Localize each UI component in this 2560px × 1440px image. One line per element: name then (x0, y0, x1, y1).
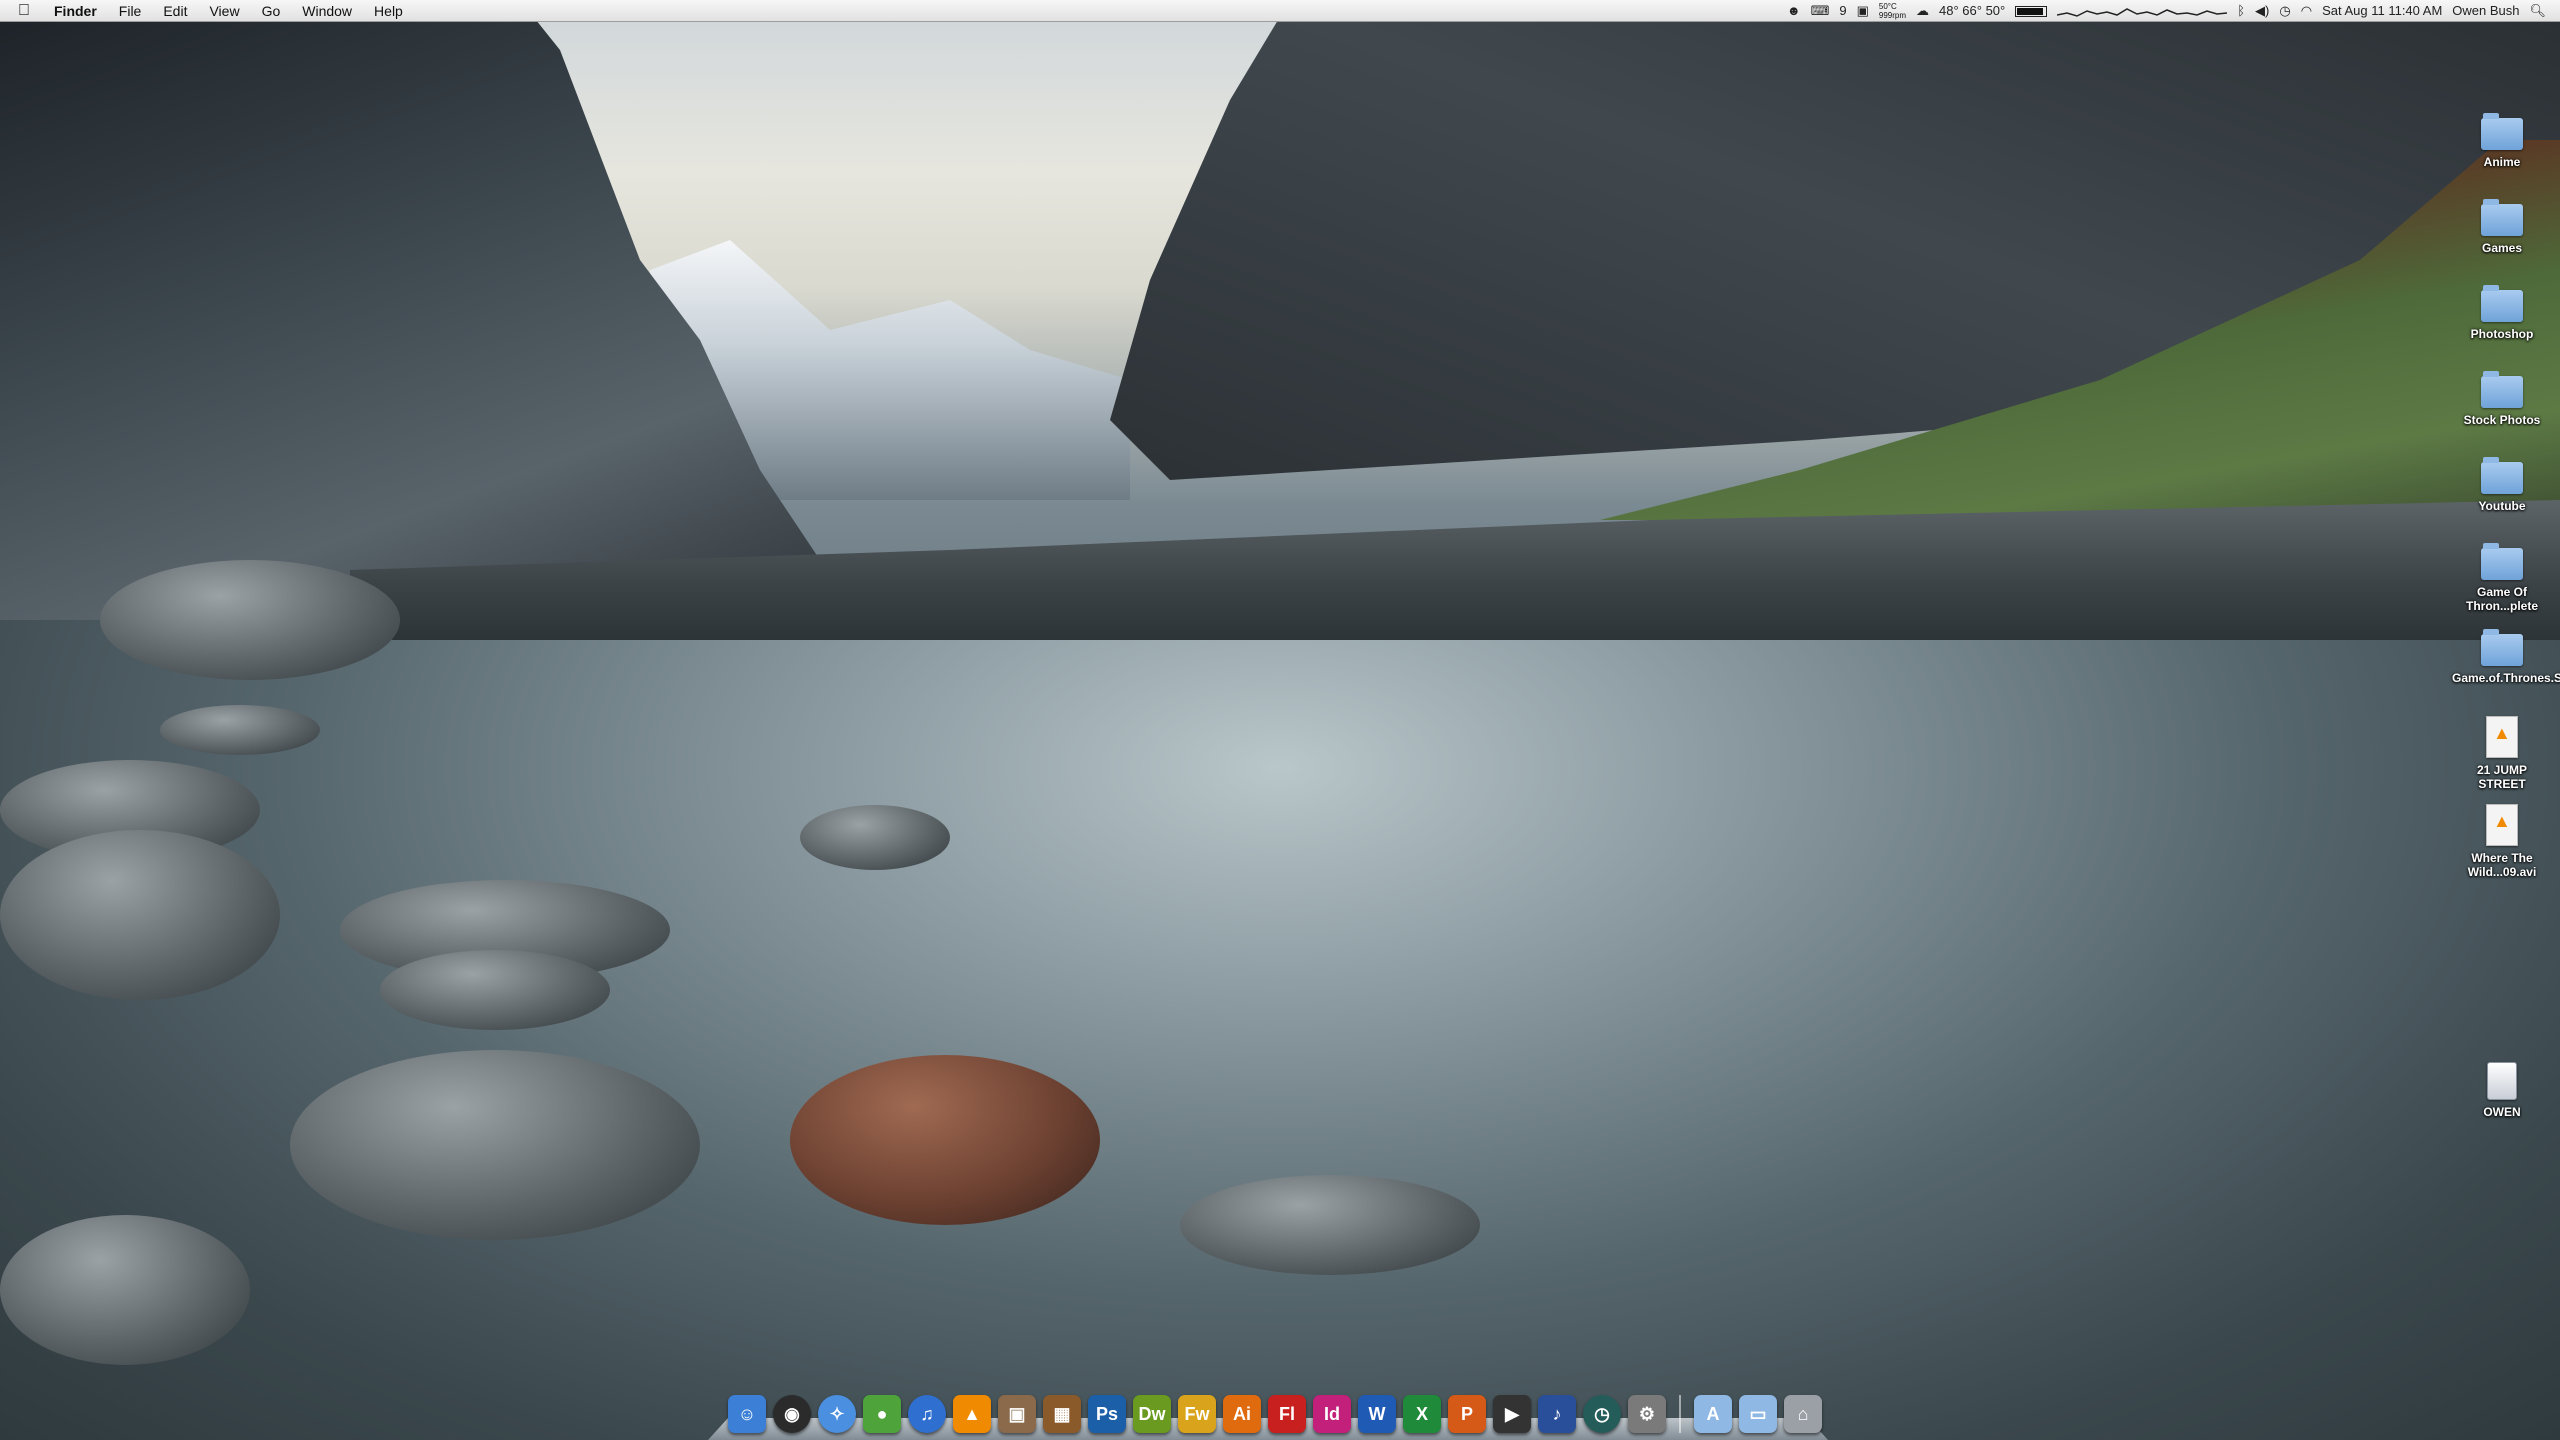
desktop-folder-youtube[interactable]: Youtube (2452, 457, 2552, 513)
dock-trash-icon[interactable]: ⌂ (1784, 1395, 1822, 1433)
dock-safari-icon[interactable]: ✧ (818, 1395, 856, 1433)
folder-icon (2481, 199, 2523, 236)
desktop-folder-anime[interactable]: Anime (2452, 113, 2552, 169)
dock: ☺ ◉ ✧ ● ♫ ▲ ▣ ▦ Ps Dw Fw Ai Fl Id W X P ▶ ♪ ◷ ⚙ A ▭ ⌂ (708, 1383, 1828, 1440)
menu-help[interactable]: Help (363, 0, 414, 22)
desktop-icon-label: Youtube (2478, 499, 2526, 513)
wallpaper-rock (380, 950, 610, 1030)
activity-graph-icon[interactable] (2057, 3, 2228, 19)
dock-illustrator-icon[interactable]: Ai (1223, 1395, 1261, 1433)
wallpaper-rock (0, 1215, 250, 1365)
dock-items: ☺ ◉ ✧ ● ♫ ▲ ▣ ▦ Ps Dw Fw Ai Fl Id W X P ▶ ♪ ◷ ⚙ A ▭ ⌂ (728, 1383, 1822, 1433)
hard-drive-icon (2487, 1062, 2517, 1100)
wallpaper-red-rock (790, 1055, 1100, 1225)
menu-view[interactable]: View (198, 0, 250, 22)
menu-finder[interactable]: Finder (48, 0, 108, 22)
clock-datetime[interactable]: Sat Aug 11 11:40 AM (2322, 0, 2442, 22)
desktop-file-where-the-wild[interactable]: Where The Wild...09.avi (2452, 804, 2552, 879)
desktop-wallpaper (0, 0, 2560, 1440)
menu-go[interactable]: Go (251, 0, 292, 22)
wifi-icon[interactable]: ◠ (2301, 0, 2312, 22)
folder-icon (2481, 457, 2523, 494)
dock-itunes-icon[interactable]: ♫ (908, 1395, 946, 1433)
desktop-folder-game-of-thrones-complete[interactable]: Game Of Thron...plete (2452, 543, 2552, 613)
menu-bar:  Finder File Edit View Go Window Help ☻… (0, 0, 2560, 22)
dock-adium-icon[interactable]: ● (863, 1395, 901, 1433)
dock-garageband-icon[interactable]: ♪ (1538, 1395, 1576, 1433)
desktop-file-21-jump-street[interactable]: 21 JUMP STREET (2452, 716, 2552, 791)
folder-icon (2481, 629, 2523, 666)
fan-readout[interactable]: 50°C 999rpm (1879, 2, 1906, 20)
desktop-folder-game-of-thrones-s02[interactable]: Game.of.Thrones.S02 (2452, 629, 2560, 685)
dock-separator (1679, 1395, 1681, 1433)
dock-dashboard-icon[interactable]: ◉ (773, 1395, 811, 1433)
dock-vlc-icon[interactable]: ▲ (953, 1395, 991, 1433)
dock-powerpoint-icon[interactable]: P (1448, 1395, 1486, 1433)
weather-icon[interactable]: ☁ (1916, 0, 1929, 22)
dock-preview-icon[interactable]: ▣ (998, 1395, 1036, 1433)
desktop-icon-label: Anime (2483, 155, 2521, 169)
dock-finder-icon[interactable]: ☺ (728, 1395, 766, 1433)
wallpaper-rock (160, 705, 320, 755)
keyboard-count: 9 (1839, 3, 1847, 18)
dock-iphoto-icon[interactable]: ▦ (1043, 1395, 1081, 1433)
adium-status-icon[interactable]: ☻ (1787, 0, 1801, 22)
wallpaper-rock (290, 1050, 700, 1240)
folder-icon (2481, 113, 2523, 150)
dock-final-cut-icon[interactable]: ▶ (1493, 1395, 1531, 1433)
user-name[interactable]: Owen Bush (2452, 0, 2519, 22)
desktop-drive-owen[interactable]: OWEN (2452, 1062, 2552, 1119)
dock-indesign-icon[interactable]: Id (1313, 1395, 1351, 1433)
vlc-file-icon (2486, 716, 2518, 758)
volume-icon[interactable]: ◀) (2255, 0, 2269, 22)
menu-file[interactable]: File (108, 0, 153, 22)
folder-icon (2481, 543, 2523, 580)
bluetooth-icon[interactable]: ᛒ (2237, 0, 2245, 22)
dock-fireworks-icon[interactable]: Fw (1178, 1395, 1216, 1433)
status-area: ☻ ⌨ 9 ▣ 50°C 999rpm ☁ 48° 66° 50° ᛒ ◀) ◷… (1787, 0, 2546, 22)
dock-flash-icon[interactable]: Fl (1268, 1395, 1306, 1433)
dock-dreamweaver-icon[interactable]: Dw (1133, 1395, 1171, 1433)
dock-word-icon[interactable]: W (1358, 1395, 1396, 1433)
vlc-file-icon (2486, 804, 2518, 846)
dock-excel-icon[interactable]: X (1403, 1395, 1441, 1433)
dock-documents-stack-icon[interactable]: ▭ (1739, 1395, 1777, 1433)
fan-temp: 50°C (1878, 2, 1897, 11)
folder-icon (2481, 285, 2523, 322)
fan-rpm: 999rpm (1878, 11, 1907, 20)
desktop-folder-photoshop[interactable]: Photoshop (2452, 285, 2552, 341)
desktop-folder-stock-photos[interactable]: Stock Photos (2452, 371, 2552, 427)
wallpaper-rock (800, 805, 950, 870)
spotlight-search-icon[interactable]: 🔍︎ (2529, 0, 2546, 22)
desktop-icon-label: Photoshop (2470, 327, 2534, 341)
wallpaper-rock (1180, 1175, 1480, 1275)
display-icon[interactable]: ▣ (1857, 0, 1869, 22)
dock-time-machine-icon[interactable]: ◷ (1583, 1395, 1621, 1433)
menu-edit[interactable]: Edit (152, 0, 198, 22)
wallpaper-river (0, 600, 2560, 1440)
dock-photoshop-icon[interactable]: Ps (1088, 1395, 1126, 1433)
battery-level (2017, 7, 2044, 15)
desktop-icon-label: OWEN (2483, 1105, 2521, 1119)
desktop-icon-label: Where The Wild...09.avi (2467, 851, 2537, 879)
folder-icon (2481, 371, 2523, 408)
menu-window[interactable]: Window (291, 0, 363, 22)
keyboard-icon[interactable]: ⌨ (1811, 0, 1830, 22)
apple-menu-icon[interactable]:  (18, 2, 34, 20)
desktop-icon-label: Game.of.Thrones.S02 (2452, 671, 2560, 685)
wallpaper-rock (100, 560, 400, 680)
dock-system-preferences-icon[interactable]: ⚙ (1628, 1395, 1666, 1433)
dock-applications-stack-icon[interactable]: A (1694, 1395, 1732, 1433)
desktop-icon-label: 21 JUMP STREET (2476, 763, 2528, 791)
time-machine-icon[interactable]: ◷ (2279, 0, 2290, 22)
temperature-readout[interactable]: 48° 66° 50° (1939, 0, 2005, 22)
desktop-icon-label: Games (2481, 241, 2523, 255)
wallpaper-rock (0, 830, 280, 1000)
battery-icon[interactable] (2015, 5, 2048, 17)
desktop-folder-games[interactable]: Games (2452, 199, 2552, 255)
desktop-icon-label: Game Of Thron...plete (2466, 585, 2538, 613)
desktop-icon-label: Stock Photos (2463, 413, 2541, 427)
